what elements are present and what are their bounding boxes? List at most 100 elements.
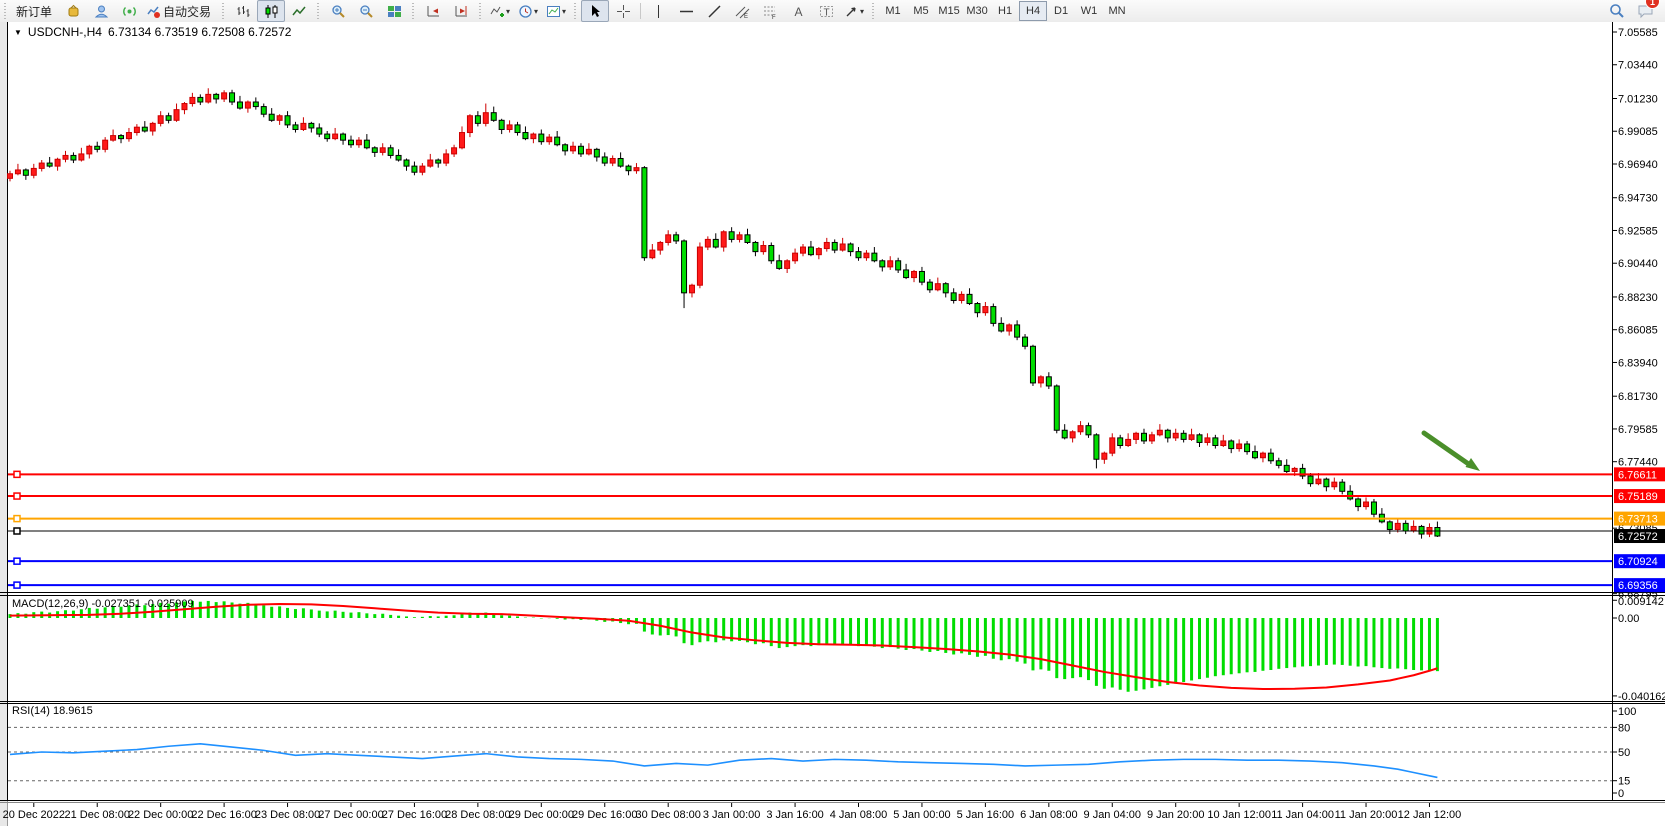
candle — [563, 143, 568, 155]
trendline-button[interactable] — [700, 0, 728, 22]
candle — [39, 160, 44, 171]
bar-chart-type-button[interactable] — [229, 0, 257, 22]
fibonacci-button[interactable]: F — [756, 0, 784, 22]
chart-window[interactable]: 7.055857.034407.012306.990856.969406.947… — [0, 22, 1665, 826]
timeframe-h1-button[interactable]: H1 — [991, 1, 1019, 21]
auto-scroll-button[interactable] — [419, 0, 447, 22]
candle — [832, 239, 837, 253]
candle — [1213, 435, 1218, 449]
svg-text:T: T — [823, 7, 829, 18]
candle — [388, 145, 393, 159]
candle — [547, 134, 552, 145]
community-button[interactable] — [87, 0, 115, 22]
candle — [602, 152, 607, 166]
toolbar-grip[interactable] — [316, 3, 321, 19]
candle — [1356, 497, 1361, 511]
timeframe-h4-button[interactable]: H4 — [1019, 1, 1047, 21]
time-axis-label: 23 Dec 08:00 — [255, 809, 320, 821]
candle — [1221, 435, 1226, 447]
text-label-button[interactable]: T — [812, 0, 840, 22]
line-anchor-handle — [14, 471, 20, 477]
periods-clock-icon — [518, 4, 533, 19]
candles-layer[interactable] — [8, 88, 1440, 538]
candle — [341, 133, 346, 145]
time-axis-label: 22 Dec 16:00 — [191, 809, 256, 821]
candle — [47, 157, 52, 168]
candlestick-chart-type-button[interactable] — [257, 0, 285, 22]
auto-trading-button[interactable]: 自动交易 — [143, 0, 218, 22]
candle — [666, 230, 671, 245]
candle — [1015, 320, 1020, 340]
toolbar-grip[interactable] — [411, 3, 416, 19]
tile-windows-icon — [387, 4, 402, 19]
toolbar-grip[interactable] — [221, 3, 226, 19]
chart-shift-button[interactable] — [447, 0, 475, 22]
market-button[interactable] — [59, 0, 87, 22]
timeframe-m5-button[interactable]: M5 — [907, 1, 935, 21]
candle — [991, 304, 996, 327]
new-order-button[interactable]: 新订单 — [11, 0, 59, 22]
candle — [71, 152, 76, 163]
timeframe-m30-button[interactable]: M30 — [963, 1, 991, 21]
chevron-down-icon: ▾ — [562, 7, 566, 16]
trend-arrow-annotation[interactable] — [1424, 433, 1480, 471]
cursor-button[interactable] — [581, 0, 609, 22]
zoom-out-button[interactable] — [352, 0, 380, 22]
add-indicator-button[interactable]: ▾ — [486, 0, 514, 22]
candle — [190, 93, 195, 107]
signals-icon — [122, 4, 137, 19]
candle — [174, 104, 179, 122]
price-tick-label: 7.05585 — [1618, 27, 1658, 39]
candle — [1134, 432, 1139, 444]
signals-button[interactable] — [115, 0, 143, 22]
toolbar-grip[interactable] — [871, 3, 876, 19]
template-button[interactable]: ▾ — [542, 0, 570, 22]
candle — [1030, 345, 1035, 386]
horizontal-line-button[interactable] — [672, 0, 700, 22]
main-toolbar: 新订单 自动交易 — [0, 0, 1665, 23]
candle — [237, 96, 242, 110]
toolbar-grip[interactable] — [478, 3, 483, 19]
zoom-in-button[interactable] — [324, 0, 352, 22]
crosshair-button[interactable] — [609, 0, 637, 22]
candle — [293, 122, 298, 133]
candle — [745, 229, 750, 244]
arrows-shapes-button[interactable]: ▾ — [840, 0, 868, 22]
candle — [87, 145, 92, 159]
toolbar-grip[interactable] — [3, 3, 8, 19]
search-button[interactable] — [1603, 0, 1631, 22]
rsi-axis-label: 0 — [1618, 788, 1624, 800]
time-axis[interactable]: 20 Dec 202221 Dec 08:0022 Dec 00:0022 De… — [3, 803, 1462, 821]
rsi-axis-label: 100 — [1618, 706, 1636, 718]
channel-button[interactable]: E — [728, 0, 756, 22]
chat-button[interactable]: 1 — [1631, 0, 1659, 22]
line-chart-type-button[interactable] — [285, 0, 313, 22]
timeframe-mn-button[interactable]: MN — [1103, 1, 1131, 21]
tile-windows-button[interactable] — [380, 0, 408, 22]
fibonacci-icon: F — [763, 4, 778, 19]
timeframe-m15-button[interactable]: M15 — [935, 1, 963, 21]
time-axis-label: 11 Jan 20:00 — [1335, 809, 1398, 821]
candle — [912, 270, 917, 282]
channel-icon: E — [735, 4, 750, 19]
timeframe-m1-button[interactable]: M1 — [879, 1, 907, 21]
candle — [198, 94, 203, 105]
vertical-line-button[interactable] — [644, 0, 672, 22]
toolbar-grip[interactable] — [573, 3, 578, 19]
candle — [539, 129, 544, 144]
candle — [610, 155, 615, 166]
candle — [650, 244, 655, 259]
time-axis-label: 3 Jan 16:00 — [766, 809, 824, 821]
periods-button[interactable]: ▾ — [514, 0, 542, 22]
timeframe-w1-button[interactable]: W1 — [1075, 1, 1103, 21]
candle — [578, 143, 583, 157]
rsi-axis-label: 50 — [1618, 747, 1630, 759]
candle — [222, 90, 227, 102]
text-button[interactable]: A — [784, 0, 812, 22]
price-chart[interactable]: 7.055857.034407.012306.990856.969406.947… — [0, 22, 1665, 826]
chevron-down-icon[interactable]: ▼ — [14, 28, 22, 37]
timeframe-d1-button[interactable]: D1 — [1047, 1, 1075, 21]
cursor-icon — [588, 4, 603, 19]
candle — [856, 247, 861, 261]
candle — [1126, 433, 1131, 447]
